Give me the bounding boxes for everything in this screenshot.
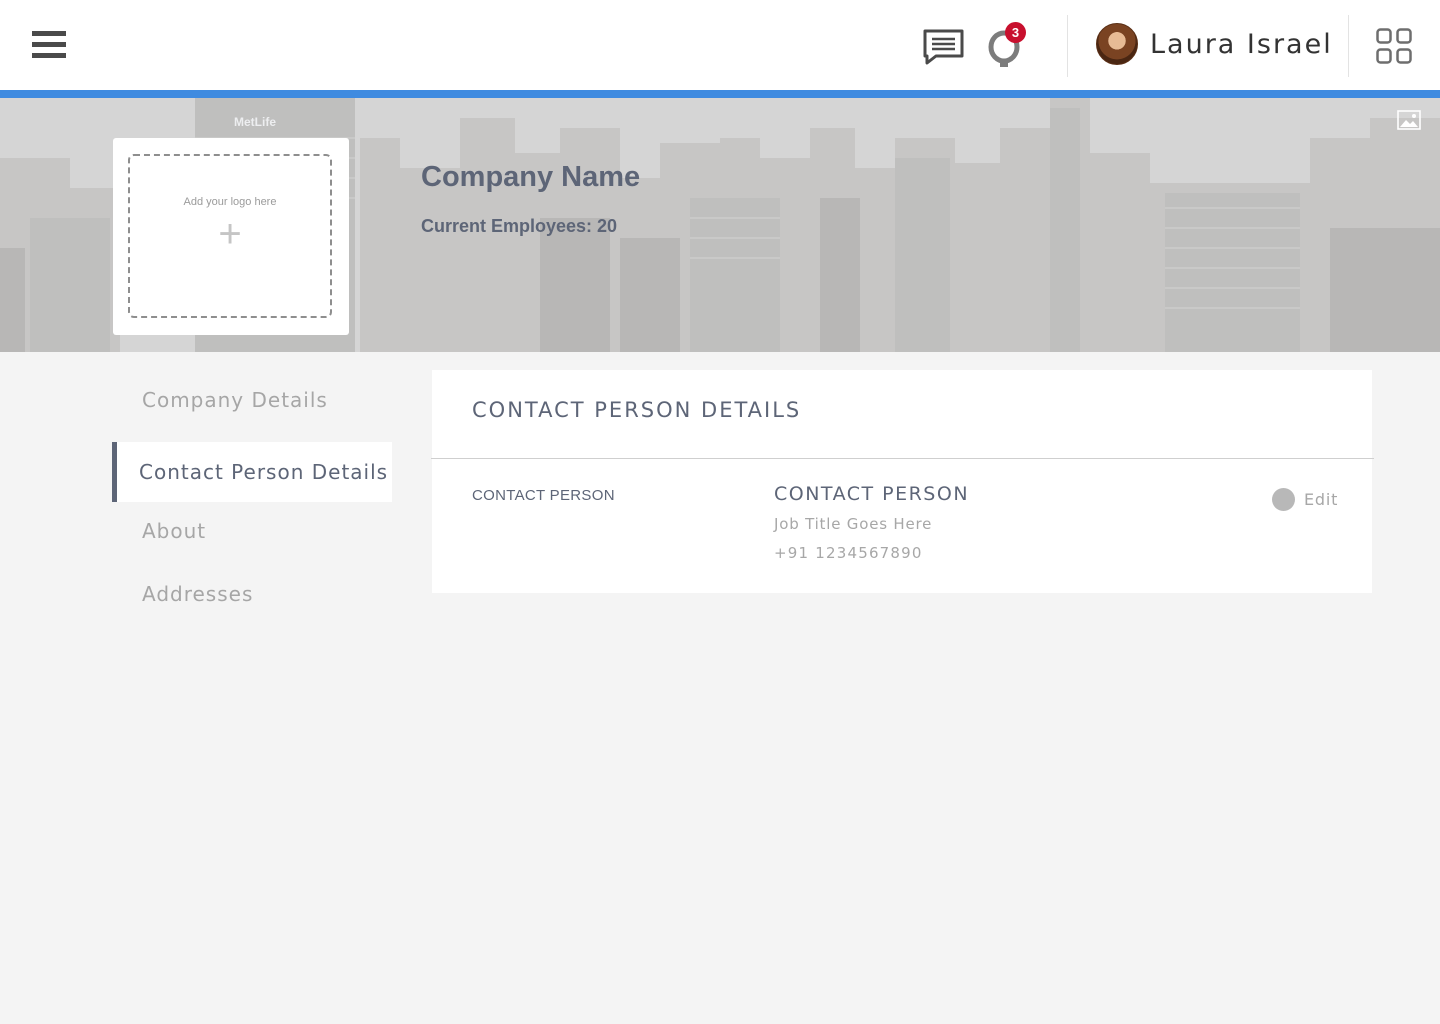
user-menu[interactable]: Laura Israel [1096,22,1333,66]
edit-icon [1272,487,1295,511]
change-cover-image-icon[interactable] [1397,110,1421,130]
logo-card: Add your logo here + [113,138,349,335]
plus-icon: + [218,212,242,256]
notification-button[interactable]: 3 [984,22,1028,72]
divider [431,458,1374,459]
avatar [1096,23,1138,65]
apps-grid-icon[interactable] [1376,28,1412,64]
section-title: CONTACT PERSON DETAILS [472,398,802,422]
contact-job-title: Job Title Goes Here [774,515,933,533]
cover-banner: MetLife Add your logo here + Company Nam… [0,98,1440,352]
divider [1067,15,1068,77]
contact-person-card: CONTACT PERSON DETAILS CONTACT PERSON CO… [431,370,1374,593]
edit-button[interactable]: Edit [1272,487,1338,511]
sidebar-item-addresses[interactable]: Addresses [112,564,392,624]
contact-phone: +91 1234567890 [774,544,923,562]
company-name: Company Name [421,161,641,193]
divider [1348,15,1349,77]
menu-icon[interactable] [32,31,66,59]
top-bar: 3 Laura Israel [0,0,1440,90]
edit-label: Edit [1304,489,1339,509]
chat-icon[interactable] [922,28,966,66]
accent-bar [0,90,1440,98]
sidebar-item-contact-person-details[interactable]: Contact Person Details [112,442,392,502]
contact-name: CONTACT PERSON [774,483,970,505]
employee-count: Current Employees: 20 [421,216,618,236]
notification-badge: 3 [1005,22,1026,43]
sidebar-item-company-details[interactable]: Company Details [112,370,392,430]
field-label: CONTACT PERSON [472,487,615,504]
logo-upload-dropzone[interactable]: Add your logo here + [128,154,332,318]
user-name: Laura Israel [1150,28,1333,60]
logo-upload-hint: Add your logo here [183,196,277,208]
sidebar-item-about[interactable]: About [112,501,392,561]
